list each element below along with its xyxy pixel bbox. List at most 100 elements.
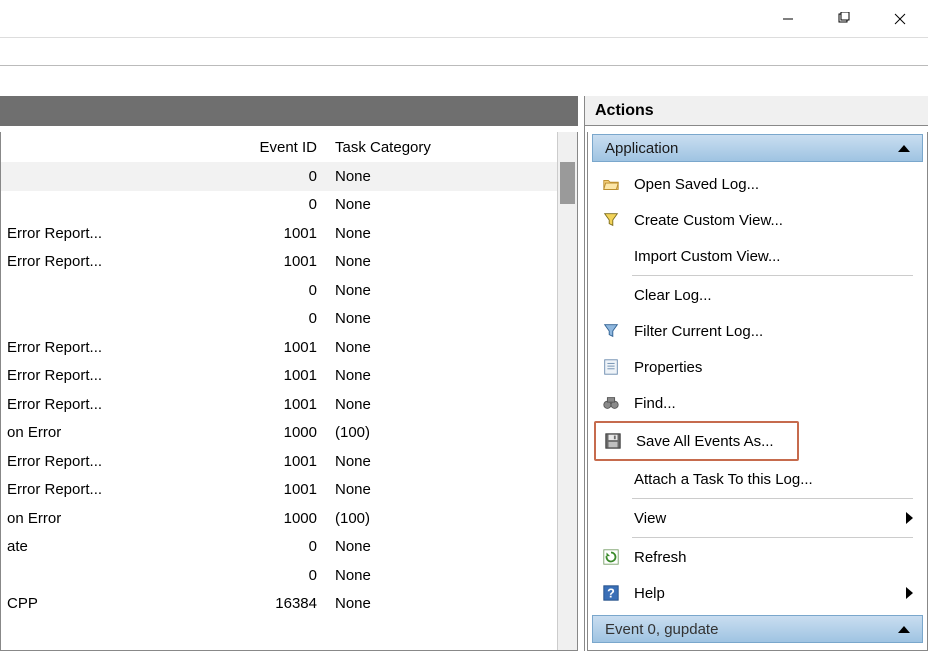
- close-button[interactable]: [872, 0, 928, 38]
- properties-icon: [600, 356, 622, 378]
- cell-source: Error Report...: [1, 481, 141, 498]
- table-row[interactable]: Error Report...1001None: [1, 390, 577, 419]
- collapse-icon: [898, 145, 910, 152]
- cell-taskcategory: None: [329, 196, 577, 213]
- table-row[interactable]: Error Report...1001None: [1, 476, 577, 505]
- highlight-box: Save All Events As...: [594, 421, 799, 461]
- section-label: Application: [605, 140, 678, 157]
- table-row[interactable]: 0None: [1, 162, 577, 191]
- action-clear-log[interactable]: Clear Log...: [588, 277, 927, 313]
- folder-open-icon: [600, 173, 622, 195]
- cell-eventid: 1001: [141, 453, 329, 470]
- blank-band: [0, 66, 928, 96]
- action-label: Clear Log...: [634, 287, 927, 304]
- cell-eventid: 1001: [141, 481, 329, 498]
- section-label: Event 0, gupdate: [605, 621, 718, 638]
- blank-icon: [600, 507, 622, 529]
- actions-section-application[interactable]: Application: [592, 134, 923, 162]
- cell-taskcategory: None: [329, 282, 577, 299]
- col-header-taskcategory[interactable]: Task Category: [329, 139, 577, 156]
- actions-section-event[interactable]: Event 0, gupdate: [592, 615, 923, 643]
- action-label: Open Saved Log...: [634, 176, 927, 193]
- cell-eventid: 1001: [141, 253, 329, 270]
- table-row[interactable]: 0None: [1, 191, 577, 220]
- binoculars-icon: [600, 392, 622, 414]
- cell-source: on Error: [1, 424, 141, 441]
- minimize-button[interactable]: [760, 0, 816, 38]
- separator: [632, 537, 913, 538]
- table-row[interactable]: Error Report...1001None: [1, 248, 577, 277]
- funnel-icon: [600, 209, 622, 231]
- action-filter-current-log[interactable]: Filter Current Log...: [588, 313, 927, 349]
- action-label: Attach a Task To this Log...: [634, 471, 927, 488]
- table-row[interactable]: Error Report...1001None: [1, 362, 577, 391]
- cell-taskcategory: (100): [329, 424, 577, 441]
- action-refresh[interactable]: Refresh: [588, 539, 927, 575]
- chevron-right-icon: [906, 512, 913, 524]
- action-label: Refresh: [634, 549, 927, 566]
- table-row[interactable]: CPP16384None: [1, 590, 577, 619]
- cell-taskcategory: None: [329, 396, 577, 413]
- events-pane: Event ID Task Category 0None0NoneError R…: [0, 96, 578, 651]
- table-row[interactable]: 0None: [1, 305, 577, 334]
- table-row[interactable]: Error Report...1001None: [1, 333, 577, 362]
- actions-pane: Actions Application Open Saved Log... Cr…: [584, 96, 928, 651]
- action-label: Find...: [634, 395, 927, 412]
- cell-eventid: 1000: [141, 510, 329, 527]
- action-save-all-events[interactable]: Save All Events As...: [596, 423, 797, 459]
- cell-eventid: 0: [141, 168, 329, 185]
- table-row[interactable]: Error Report...1001None: [1, 219, 577, 248]
- separator: [632, 498, 913, 499]
- cell-taskcategory: None: [329, 310, 577, 327]
- cell-taskcategory: None: [329, 225, 577, 242]
- action-label: View: [634, 510, 906, 527]
- vertical-scrollbar[interactable]: [557, 132, 577, 650]
- table-row[interactable]: ate0None: [1, 533, 577, 562]
- table-row[interactable]: Error Report...1001None: [1, 447, 577, 476]
- cell-eventid: 0: [141, 282, 329, 299]
- cell-source: Error Report...: [1, 453, 141, 470]
- action-attach-task[interactable]: Attach a Task To this Log...: [588, 461, 927, 497]
- cell-source: Error Report...: [1, 253, 141, 270]
- action-properties[interactable]: Properties: [588, 349, 927, 385]
- action-label: Filter Current Log...: [634, 323, 927, 340]
- action-label: Create Custom View...: [634, 212, 927, 229]
- events-header-band: [0, 96, 578, 126]
- cell-taskcategory: None: [329, 367, 577, 384]
- maximize-button[interactable]: [816, 0, 872, 38]
- cell-eventid: 1001: [141, 339, 329, 356]
- cell-taskcategory: None: [329, 168, 577, 185]
- separator: [632, 275, 913, 276]
- action-create-custom-view[interactable]: Create Custom View...: [588, 202, 927, 238]
- cell-taskcategory: None: [329, 253, 577, 270]
- action-open-saved-log[interactable]: Open Saved Log...: [588, 166, 927, 202]
- table-row[interactable]: 0None: [1, 561, 577, 590]
- cell-source: CPP: [1, 595, 141, 612]
- table-row[interactable]: 0None: [1, 276, 577, 305]
- action-find[interactable]: Find...: [588, 385, 927, 421]
- collapse-icon: [898, 626, 910, 633]
- events-grid: Event ID Task Category 0None0NoneError R…: [0, 132, 578, 651]
- save-icon: [602, 430, 624, 452]
- grid-body[interactable]: 0None0NoneError Report...1001NoneError R…: [1, 162, 577, 618]
- table-row[interactable]: on Error1000(100): [1, 419, 577, 448]
- cell-source: Error Report...: [1, 339, 141, 356]
- cell-taskcategory: None: [329, 567, 577, 584]
- action-label: Save All Events As...: [636, 433, 797, 450]
- scroll-thumb[interactable]: [560, 162, 575, 204]
- window-titlebar: [0, 0, 928, 38]
- action-view-submenu[interactable]: View: [588, 500, 927, 536]
- col-header-eventid[interactable]: Event ID: [141, 139, 329, 156]
- maximize-icon: [837, 12, 851, 26]
- funnel-icon: [600, 320, 622, 342]
- grid-header-row: Event ID Task Category: [1, 132, 577, 162]
- refresh-icon: [600, 546, 622, 568]
- action-help-submenu[interactable]: ? Help: [588, 575, 927, 611]
- cell-eventid: 1001: [141, 396, 329, 413]
- action-import-custom-view[interactable]: Import Custom View...: [588, 238, 927, 274]
- cell-taskcategory: None: [329, 453, 577, 470]
- help-icon: ?: [600, 582, 622, 604]
- table-row[interactable]: on Error1000(100): [1, 504, 577, 533]
- cell-source: Error Report...: [1, 225, 141, 242]
- chevron-right-icon: [906, 587, 913, 599]
